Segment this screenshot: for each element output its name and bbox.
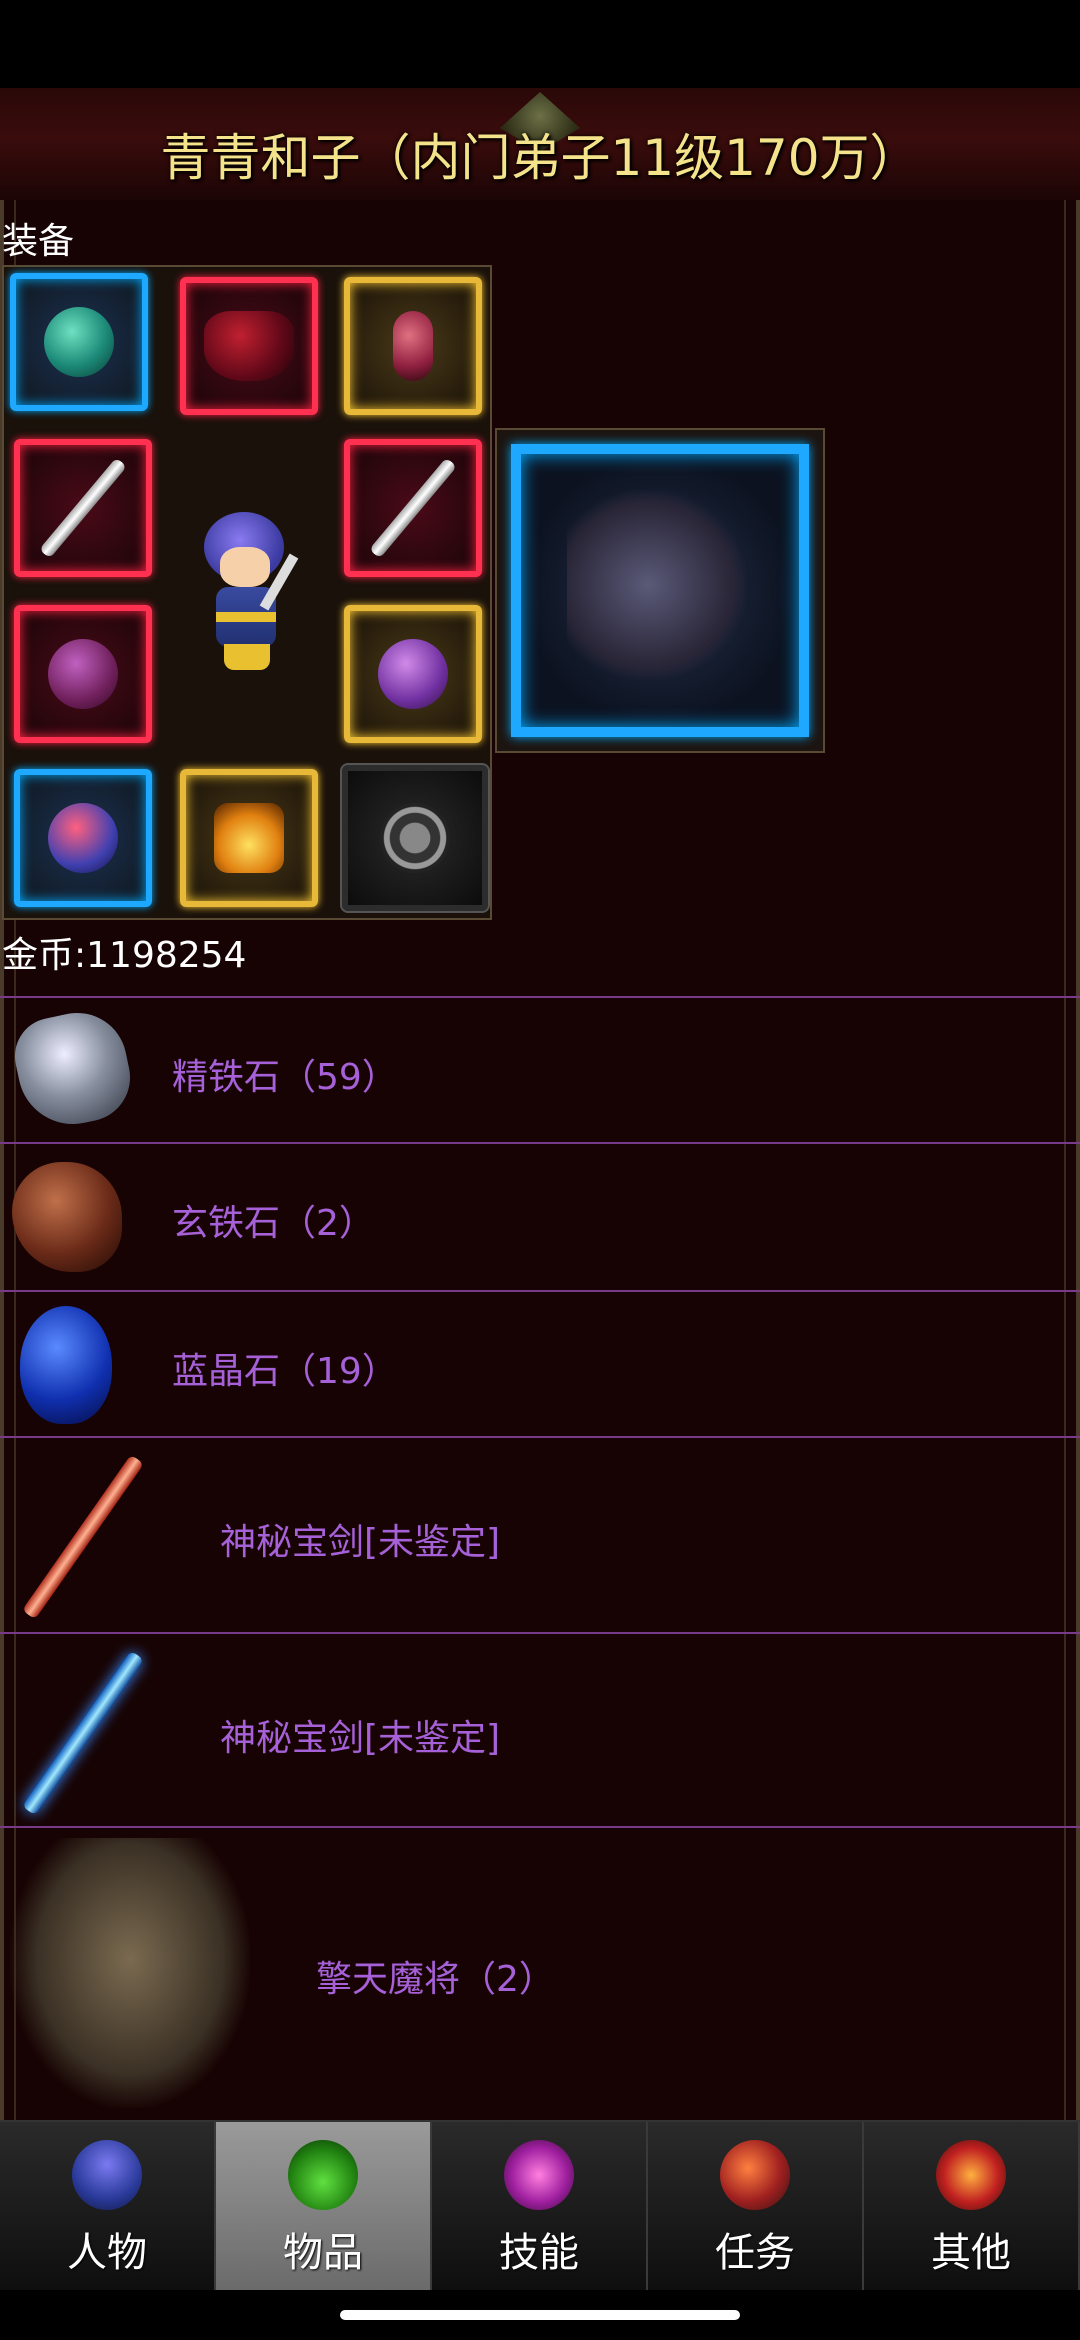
demon-general-icon (10, 1838, 250, 2108)
tab-character[interactable]: 人物 (0, 2122, 216, 2292)
armor-icon (48, 639, 118, 709)
home-bar[interactable] (340, 2310, 740, 2320)
slot-weapon-left[interactable] (14, 439, 152, 577)
equipment-grid (2, 265, 492, 920)
list-item[interactable]: 神秘宝剑[未鉴定] (0, 1436, 1080, 1632)
item-name: 擎天魔将（2） (316, 1959, 555, 2000)
title-bar: 青青和子（内门弟子11级170万） (0, 88, 1080, 203)
slot-beads[interactable] (340, 763, 490, 913)
tab-label: 其他 (931, 2230, 1011, 2276)
list-item[interactable]: 蓝晶石（19） (0, 1290, 1080, 1436)
tab-quests[interactable]: 任务 (648, 2122, 864, 2292)
home-indicator (0, 2290, 1080, 2340)
gold-amount: 金币:1198254 (2, 935, 247, 976)
item-name: 神秘宝剑[未鉴定] (220, 1522, 501, 1563)
slot-charm[interactable] (180, 769, 318, 907)
blue-sword-icon (21, 1650, 145, 1816)
slot-necklace[interactable] (344, 277, 482, 415)
tab-label: 技能 (499, 2230, 579, 2276)
weapon-right-icon (369, 457, 457, 559)
potion-icon (288, 2140, 358, 2210)
red-sword-icon (21, 1454, 145, 1620)
slot-weapon-right[interactable] (344, 439, 482, 577)
tab-items[interactable]: 物品 (216, 2122, 432, 2292)
status-bar (0, 0, 1080, 88)
cloth-icon (204, 311, 294, 381)
fire-charm-icon (214, 803, 284, 873)
tab-other[interactable]: 其他 (864, 2122, 1080, 2292)
helm-icon (44, 307, 114, 377)
weapon-left-icon (39, 457, 127, 559)
list-item[interactable]: 神秘宝剑[未鉴定] (0, 1632, 1080, 1826)
item-name: 精铁石（59） (172, 1057, 398, 1098)
skill-icon (504, 2140, 574, 2210)
slot-ring[interactable] (344, 605, 482, 743)
item-name: 神秘宝剑[未鉴定] (220, 1718, 501, 1759)
item-name: 玄铁石（2） (172, 1203, 375, 1244)
mount-slot[interactable] (495, 428, 825, 753)
slot-boots[interactable] (14, 769, 152, 907)
bottom-tab-bar: 人物 物品 技能 任务 其他 (0, 2120, 1080, 2292)
page-title: 青青和子（内门弟子11级170万） (160, 129, 920, 187)
list-item[interactable]: 玄铁石（2） (0, 1142, 1080, 1290)
tab-skills[interactable]: 技能 (432, 2122, 648, 2292)
slot-helm[interactable] (10, 273, 148, 411)
tab-label: 任务 (715, 2230, 795, 2276)
character-icon (72, 2140, 142, 2210)
character-avatar (194, 512, 304, 672)
mount-icon (567, 490, 747, 680)
tab-label: 人物 (67, 2230, 147, 2276)
boots-icon (48, 803, 118, 873)
equipment-label: 装备 (2, 221, 75, 262)
tab-label: 物品 (283, 2230, 363, 2276)
prayer-beads-icon (380, 803, 450, 873)
blue-crystal-icon (20, 1306, 112, 1424)
slot-cloth[interactable] (180, 277, 318, 415)
ring-icon (378, 639, 448, 709)
slot-armor[interactable] (14, 605, 152, 743)
list-item[interactable]: 精铁石（59） (0, 996, 1080, 1142)
other-icon (936, 2140, 1006, 2210)
necklace-icon (393, 311, 433, 381)
quest-icon (720, 2140, 790, 2210)
list-item[interactable]: 擎天魔将（2） (0, 1826, 1080, 2120)
item-name: 蓝晶石（19） (172, 1351, 398, 1392)
dark-iron-ore-icon (12, 1162, 122, 1272)
iron-ore-icon (7, 1003, 139, 1135)
